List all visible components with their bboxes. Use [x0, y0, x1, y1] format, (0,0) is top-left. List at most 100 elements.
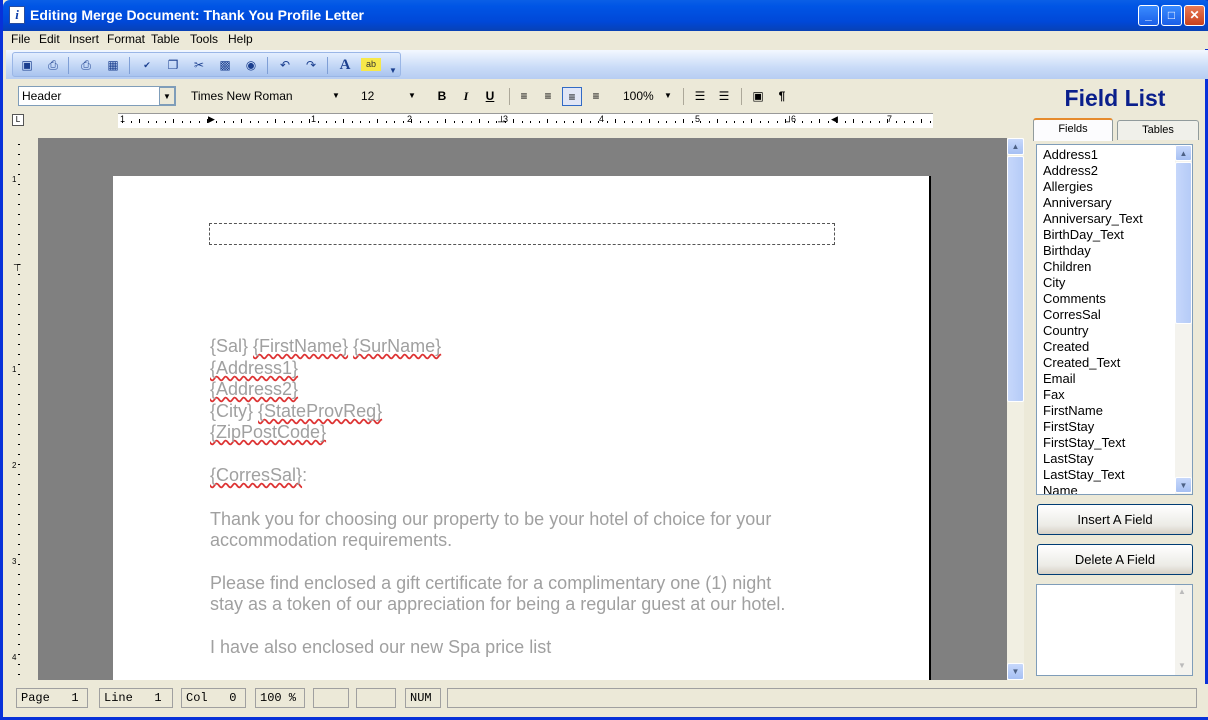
list-item[interactable]: Address2	[1043, 163, 1098, 179]
right-indent-marker[interactable]: ◀	[831, 114, 838, 125]
overflow-icon[interactable]: ▼	[387, 61, 399, 80]
font-select[interactable]: Times New Roman ▼	[187, 86, 345, 106]
list-item[interactable]: Created_Text	[1043, 355, 1120, 371]
bullet-list-icon[interactable]: ☰	[714, 87, 734, 106]
list-item[interactable]: BirthDay_Text	[1043, 227, 1124, 243]
scroll-up-icon[interactable]: ▲	[1007, 138, 1024, 155]
tab-fields[interactable]: Fields	[1033, 118, 1113, 141]
list-item[interactable]: City	[1043, 275, 1065, 291]
list-item[interactable]: Created	[1043, 339, 1089, 355]
scroll-down-icon[interactable]: ▼	[1007, 663, 1024, 680]
print-icon[interactable]: ⎙	[76, 56, 96, 75]
paragraph-marks-icon[interactable]: ¶	[772, 87, 792, 106]
list-item[interactable]: Children	[1043, 259, 1091, 275]
document-page[interactable]: {Sal} {FirstName} {SurName} {Address1} {…	[113, 176, 931, 680]
italic-button[interactable]: I	[456, 87, 476, 106]
list-scrollbar[interactable]: ▲ ▼	[1175, 145, 1192, 494]
menu-table[interactable]: Table	[151, 32, 180, 46]
copy-icon[interactable]: ❐	[163, 56, 183, 75]
right-tab-marker[interactable]: ┘	[786, 117, 793, 128]
align-right-icon[interactable]: ≡	[538, 87, 558, 106]
zoom-select[interactable]: 100% ▼	[619, 86, 677, 106]
style-select[interactable]: Header ▼	[18, 86, 176, 106]
list-item[interactable]: Anniversary	[1043, 195, 1112, 211]
paragraph-1-line-1[interactable]: Thank you for choosing our property to b…	[210, 509, 771, 530]
address-line-3[interactable]: {Address2}	[210, 379, 298, 400]
save-icon[interactable]: ▣	[17, 56, 37, 75]
list-item[interactable]: Fax	[1043, 387, 1065, 403]
print-preview-icon[interactable]: ⎙	[43, 56, 63, 75]
underline-button[interactable]: U	[480, 87, 500, 106]
list-item[interactable]: LastStay	[1043, 451, 1094, 467]
highlight-icon[interactable]: ab	[361, 58, 381, 71]
tab-stop-selector[interactable]: L	[12, 114, 24, 126]
document-canvas[interactable]: {Sal} {FirstName} {SurName} {Address1} {…	[38, 138, 1007, 680]
left-indent-marker[interactable]: ▶	[208, 114, 215, 125]
list-item[interactable]: Birthday	[1043, 243, 1091, 259]
list-item[interactable]: FirstStay	[1043, 419, 1094, 435]
vertical-ruler[interactable]: 1 ⊤ 1 2 3 4	[11, 140, 27, 678]
find-icon[interactable]: ◉	[241, 56, 261, 75]
list-item[interactable]: Email	[1043, 371, 1076, 387]
salutation-line[interactable]: {CorresSal}:	[210, 465, 307, 486]
horizontal-ruler[interactable]: 1 1 2 3 4 5 6 7 ▶ ┴ ┘ ◀	[118, 113, 933, 128]
address-line-5[interactable]: {ZipPostCode}	[210, 422, 326, 443]
list-item[interactable]: Address1	[1043, 147, 1098, 163]
tab-tables[interactable]: Tables	[1117, 120, 1199, 140]
list-item[interactable]: FirstName	[1043, 403, 1103, 419]
spellcheck-icon[interactable]: ✔	[137, 56, 157, 75]
menu-tools[interactable]: Tools	[190, 32, 218, 46]
field-listbox[interactable]: Address1 Address2 Allergies Anniversary …	[1036, 144, 1193, 495]
list-item[interactable]: Comments	[1043, 291, 1106, 307]
align-center-icon[interactable]: ≡	[562, 87, 582, 106]
format-toolbar: Header ▼ Times New Roman ▼ 12 ▼ B I U ≡ ≡ ≡…	[6, 81, 1028, 109]
scrollbar-thumb[interactable]	[1007, 156, 1024, 402]
insert-field-button[interactable]: Insert A Field	[1037, 504, 1193, 535]
list-item[interactable]: Allergies	[1043, 179, 1093, 195]
size-select[interactable]: 12 ▼	[357, 86, 421, 106]
field-description-box[interactable]: ▲ ▼	[1036, 584, 1193, 676]
list-item[interactable]: CorresSal	[1043, 307, 1101, 323]
menu-insert[interactable]: Insert	[69, 32, 99, 46]
ruler-tick	[130, 121, 132, 123]
justify-icon[interactable]: ≡	[586, 87, 606, 106]
list-item[interactable]: FirstStay_Text	[1043, 435, 1125, 451]
undo-icon[interactable]: ↶	[275, 56, 295, 75]
scroll-down-icon[interactable]: ▼	[1175, 477, 1192, 493]
font-icon[interactable]: A	[335, 56, 355, 75]
scroll-up-icon[interactable]: ▲	[1175, 145, 1192, 161]
list-item[interactable]: Country	[1043, 323, 1089, 339]
address-line-2[interactable]: {Address1}	[210, 358, 298, 379]
numbered-list-icon[interactable]: ☰	[690, 87, 710, 106]
header-frame[interactable]	[209, 223, 835, 245]
preview-icon[interactable]: ▦	[103, 56, 123, 75]
menu-edit[interactable]: Edit	[39, 32, 60, 46]
paste-icon[interactable]: ▩	[215, 56, 235, 75]
menu-format[interactable]: Format	[107, 32, 145, 46]
delete-field-button[interactable]: Delete A Field	[1037, 544, 1193, 575]
paragraph-3-line-1[interactable]: I have also enclosed our new Spa price l…	[210, 637, 551, 658]
scroll-up-icon[interactable]: ▲	[1178, 587, 1186, 596]
description-scrollbar[interactable]: ▲ ▼	[1175, 585, 1192, 675]
paragraph-1-line-2[interactable]: accommodation requirements.	[210, 530, 452, 551]
scroll-down-icon[interactable]: ▼	[1178, 661, 1186, 670]
scrollbar-thumb[interactable]	[1175, 162, 1192, 324]
redo-icon[interactable]: ↷	[301, 56, 321, 75]
list-item[interactable]: Anniversary_Text	[1043, 211, 1143, 227]
align-left-icon[interactable]: ≡	[514, 87, 534, 106]
list-item[interactable]: Name	[1043, 483, 1078, 494]
cut-icon[interactable]: ✂	[189, 56, 209, 75]
paragraph-2-line-2[interactable]: stay as a token of our appreciation for …	[210, 594, 785, 615]
bold-button[interactable]: B	[432, 87, 452, 106]
menu-help[interactable]: Help	[228, 32, 253, 46]
address-line-4[interactable]: {City} {StateProvReg}	[210, 401, 382, 422]
menu-file[interactable]: File	[11, 32, 30, 46]
address-line-1[interactable]: {Sal} {FirstName} {SurName}	[210, 336, 441, 357]
maximize-button[interactable]: □	[1161, 5, 1182, 26]
close-button[interactable]: ✕	[1184, 5, 1205, 26]
minimize-button[interactable]: _	[1138, 5, 1159, 26]
list-item[interactable]: LastStay_Text	[1043, 467, 1125, 483]
page-layout-icon[interactable]: ▣	[748, 87, 768, 106]
paragraph-2-line-1[interactable]: Please find enclosed a gift certificate …	[210, 573, 771, 594]
document-scrollbar[interactable]: ▲ ▼	[1007, 138, 1024, 680]
